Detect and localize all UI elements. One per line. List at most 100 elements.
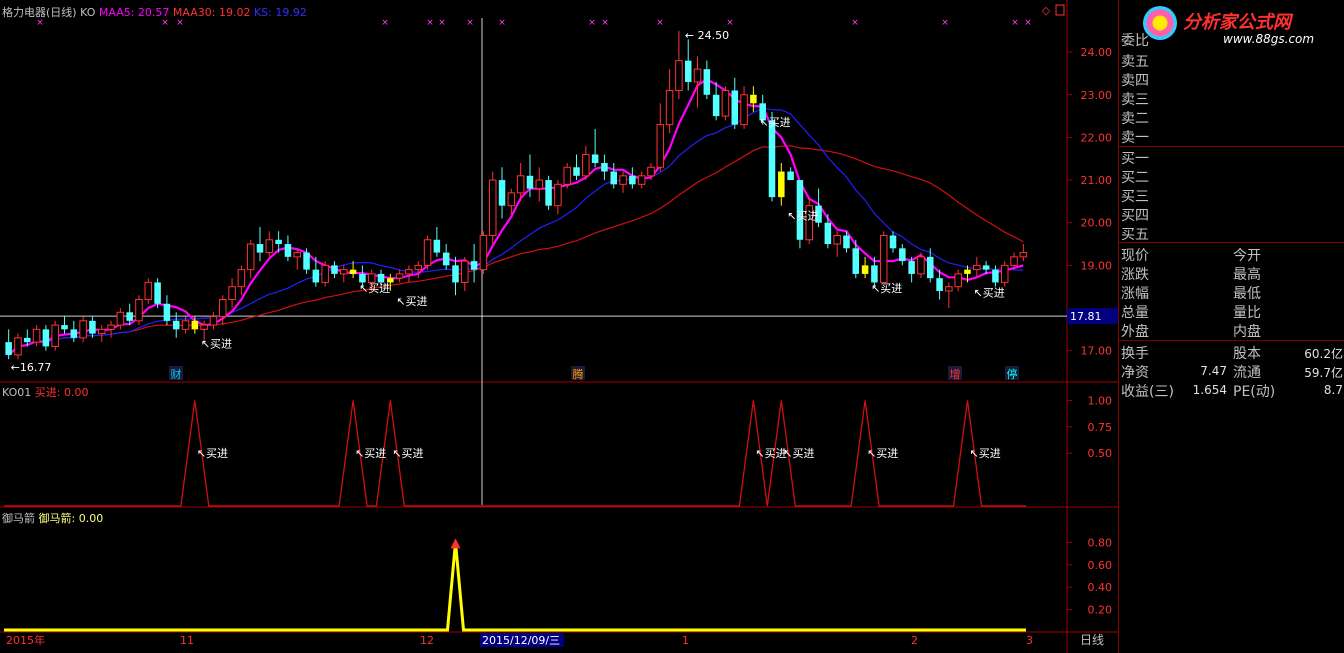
candle-body [861, 265, 869, 274]
price-tick-label: 24.00 [1081, 46, 1113, 59]
event-marker: × [1011, 18, 1019, 28]
candle-body [1019, 252, 1028, 258]
logo-text: 分析家公式网 [1183, 12, 1291, 33]
ymj-name: 御马箭 [2, 512, 35, 525]
date-label: 12 [420, 634, 434, 647]
candle-body [610, 171, 618, 185]
logo-url: www.88gs.com [1223, 32, 1315, 46]
candle-body [740, 94, 748, 126]
candle-body [312, 269, 320, 283]
candle-body [591, 154, 599, 164]
candle-body [70, 329, 78, 338]
candle-body [1000, 264, 1009, 283]
current-price-tag: 17.81 [1070, 310, 1102, 323]
ko-buy-label: ↖买进 [197, 447, 228, 460]
main-buy-signal-label: ↖买进 [973, 286, 1004, 299]
quote-label-right: 内盘 [1233, 324, 1261, 340]
event-marker: × [601, 18, 609, 28]
candle-body [395, 273, 404, 279]
orderbook-buy-2: 买二 [1121, 170, 1149, 186]
candle-body [721, 90, 730, 117]
candle-body [647, 166, 655, 177]
candle-body [488, 179, 497, 237]
candle-body [879, 235, 888, 283]
ko-buy-label: ↖买进 [392, 447, 423, 460]
event-marker: × [1024, 18, 1032, 28]
candle-body [359, 273, 366, 283]
candle-body [116, 311, 125, 326]
candle-body [97, 328, 106, 335]
orderbook-sell-1: 卖一 [1121, 130, 1149, 146]
main-buy-signal-label: ↖买进 [396, 295, 427, 308]
event-marker: × [438, 18, 446, 28]
candle-body [321, 264, 329, 283]
candle-body [936, 278, 943, 291]
price-tick-label: 21.00 [1081, 174, 1113, 187]
candle-body [293, 252, 301, 258]
ks-label: KS: 19.92 [253, 6, 307, 19]
candle-body [126, 312, 133, 321]
stock-title: 格力电器(日线) [2, 6, 77, 19]
event-marker: × [498, 18, 506, 28]
candle-body [787, 171, 794, 181]
price-tick-label: 20.00 [1081, 217, 1113, 230]
info-mark: 增 [950, 367, 961, 381]
candle-body [209, 316, 218, 326]
ko-name: KO01 [2, 386, 32, 399]
candle-body [154, 282, 161, 304]
candle-body [545, 180, 552, 206]
candle-body [889, 235, 897, 249]
candle-body [275, 239, 282, 245]
candle-body [237, 269, 246, 288]
main-buy-signal-label: ↖买进 [759, 116, 790, 129]
candle-body [833, 235, 841, 245]
candle-body [79, 320, 87, 339]
committee-ratio-label: 委比 [1121, 33, 1149, 49]
candle-body [265, 239, 274, 254]
ko-buy-label: ↖买进 [867, 447, 898, 460]
fund-label-right: 股本 [1233, 346, 1261, 362]
fund-label-left: 换手 [1121, 346, 1149, 362]
date-label: 3 [1026, 634, 1033, 647]
date-label: 11 [180, 634, 194, 647]
formula-name: KO [80, 6, 96, 19]
candle-body [824, 222, 832, 245]
orderbook-sell-5: 卖五 [1121, 54, 1149, 70]
candle-body [89, 320, 96, 334]
candle-body [750, 94, 757, 104]
candle-body [470, 261, 478, 270]
ko-buy-label: ↖买进 [755, 447, 786, 460]
candle-body [992, 269, 999, 283]
quote-label-left: 总量 [1121, 305, 1149, 321]
fund-label-right: PE(动) [1233, 384, 1276, 400]
ymj-tick-label: 0.20 [1088, 604, 1113, 617]
fund-value-left: 1.654 [1192, 383, 1227, 397]
fund-value-left: 7.47 [1200, 364, 1227, 378]
ymj-tick-label: 0.60 [1088, 559, 1113, 572]
candle-body [1010, 256, 1018, 266]
main-buy-signal-label: ↖买进 [201, 338, 232, 351]
ymj-signal-line [4, 542, 1026, 632]
maa30-label: MAA30: 19.02 [172, 6, 251, 19]
candle-body [442, 252, 450, 266]
candle-body [14, 337, 22, 356]
candle-body [377, 273, 385, 283]
candle-body [191, 320, 199, 330]
candle-body [703, 69, 711, 95]
orderbook-buy-5: 买五 [1121, 227, 1149, 243]
quote-label-left: 现价 [1121, 248, 1149, 264]
ko-tick-label: 0.75 [1088, 421, 1113, 434]
candle-body [246, 243, 255, 271]
ymj-arrow-icon [450, 538, 461, 549]
candle-body [973, 264, 981, 271]
candle-body [200, 324, 208, 330]
candle-body [871, 265, 878, 283]
ymj-tick-label: 0.80 [1088, 536, 1113, 549]
panel-option-icon: ◇ [1042, 4, 1051, 17]
ko-tick-label: 0.50 [1088, 447, 1113, 460]
orderbook-buy-4: 买四 [1121, 208, 1149, 224]
candle-body [684, 60, 692, 82]
candle-body [731, 90, 739, 125]
ko-tick-label: 1.00 [1088, 394, 1113, 407]
ko-panel-header: KO01 买进: 0.00 [2, 384, 88, 400]
